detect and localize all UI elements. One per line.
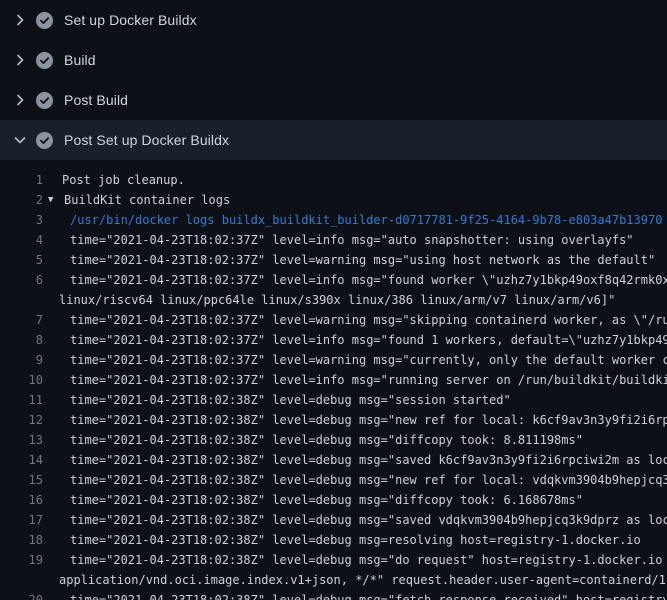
chevron-right-icon <box>12 52 28 68</box>
step-row-setup-docker-buildx[interactable]: Set up Docker Buildx <box>0 0 667 40</box>
log-line: 7 time="2021-04-23T18:02:37Z" level=warni… <box>0 310 667 330</box>
step-label: Build <box>64 52 96 68</box>
line-number-link[interactable]: 11 <box>0 390 43 410</box>
line-number-link[interactable]: 2 <box>0 190 43 210</box>
log-text: time="2021-04-23T18:02:38Z" level=debug … <box>70 590 667 600</box>
log-line: 15 time="2021-04-23T18:02:38Z" level=debu… <box>0 470 667 490</box>
log-text: time="2021-04-23T18:02:37Z" level=info m… <box>70 370 667 390</box>
log-line: 12 time="2021-04-23T18:02:38Z" level=debu… <box>0 410 667 430</box>
log-line: 20 time="2021-04-23T18:02:38Z" level=debu… <box>0 590 667 600</box>
line-number-link <box>0 570 43 590</box>
log-line: 2▼ BuildKit container logs <box>0 190 667 210</box>
log-line: 13 time="2021-04-23T18:02:38Z" level=debu… <box>0 430 667 450</box>
line-number-link[interactable]: 17 <box>0 510 43 530</box>
log-line: 14 time="2021-04-23T18:02:38Z" level=debu… <box>0 450 667 470</box>
log-line: 10 time="2021-04-23T18:02:37Z" level=info… <box>0 370 667 390</box>
log-text: time="2021-04-23T18:02:38Z" level=debug … <box>70 530 641 550</box>
line-number-link[interactable]: 1 <box>0 170 43 190</box>
log-line: 1 Post job cleanup. <box>0 170 667 190</box>
log-output: 1 Post job cleanup. 2▼ BuildKit container l… <box>0 160 667 600</box>
step-label: Set up Docker Buildx <box>64 12 197 28</box>
chevron-right-icon <box>12 12 28 28</box>
log-line: 19 time="2021-04-23T18:02:38Z" level=debu… <box>0 550 667 570</box>
line-number-link[interactable]: 7 <box>0 310 43 330</box>
log-text: time="2021-04-23T18:02:38Z" level=debug … <box>70 410 667 430</box>
actions-log-viewer: Set up Docker Buildx Build Post Build <box>0 0 667 600</box>
log-line: 3/usr/bin/docker logs buildx_buildkit_bu… <box>0 210 667 230</box>
log-text: time="2021-04-23T18:02:38Z" level=debug … <box>70 510 667 530</box>
success-check-icon <box>36 12 53 29</box>
log-text: time="2021-04-23T18:02:38Z" level=debug … <box>70 490 583 510</box>
step-label: Post Build <box>64 92 128 108</box>
line-number-link[interactable]: 19 <box>0 550 43 570</box>
log-line: linux/riscv64 linux/ppc64le linux/s390x … <box>0 290 667 310</box>
log-lines-container: 1 Post job cleanup. 2▼ BuildKit container l… <box>0 170 667 600</box>
success-check-icon <box>36 132 53 149</box>
log-line: 5 time="2021-04-23T18:02:37Z" level=warni… <box>0 250 667 270</box>
step-row-post-build[interactable]: Post Build <box>0 80 667 120</box>
log-text: time="2021-04-23T18:02:37Z" level=warnin… <box>70 310 667 330</box>
log-text: time="2021-04-23T18:02:37Z" level=warnin… <box>70 350 667 370</box>
log-line: 17 time="2021-04-23T18:02:38Z" level=debu… <box>0 510 667 530</box>
log-command-text: /usr/bin/docker logs buildx_buildkit_bui… <box>70 210 662 230</box>
line-number-link[interactable]: 14 <box>0 450 43 470</box>
log-text: time="2021-04-23T18:02:37Z" level=info m… <box>70 230 634 250</box>
line-number-link <box>0 290 43 310</box>
step-label: Post Set up Docker Buildx <box>64 132 229 148</box>
step-row-build[interactable]: Build <box>0 40 667 80</box>
success-check-icon <box>36 92 53 109</box>
log-text: application/vnd.oci.image.index.v1+json,… <box>59 570 667 590</box>
step-row-post-setup-docker-buildx[interactable]: Post Set up Docker Buildx <box>0 120 667 160</box>
log-text: time="2021-04-23T18:02:37Z" level=info m… <box>70 330 667 350</box>
log-text: time="2021-04-23T18:02:37Z" level=warnin… <box>70 250 655 270</box>
line-number-link[interactable]: 12 <box>0 410 43 430</box>
log-text: linux/riscv64 linux/ppc64le linux/s390x … <box>59 290 615 310</box>
step-list: Set up Docker Buildx Build Post Build <box>0 0 667 160</box>
chevron-right-icon <box>12 92 28 108</box>
log-text: time="2021-04-23T18:02:38Z" level=debug … <box>70 430 583 450</box>
line-number-link[interactable]: 15 <box>0 470 43 490</box>
log-group-header-text[interactable]: BuildKit container logs <box>64 190 230 210</box>
log-line: 4 time="2021-04-23T18:02:37Z" level=info … <box>0 230 667 250</box>
chevron-down-icon <box>12 132 28 148</box>
line-number-link[interactable]: 16 <box>0 490 43 510</box>
log-text: time="2021-04-23T18:02:37Z" level=info m… <box>70 270 667 290</box>
log-text: Post job cleanup. <box>62 170 185 190</box>
line-number-link[interactable]: 6 <box>0 270 43 290</box>
log-line: 11 time="2021-04-23T18:02:38Z" level=debu… <box>0 390 667 410</box>
log-text: time="2021-04-23T18:02:38Z" level=debug … <box>70 470 667 490</box>
log-line: application/vnd.oci.image.index.v1+json,… <box>0 570 667 590</box>
line-number-link[interactable]: 4 <box>0 230 43 250</box>
log-line: 8 time="2021-04-23T18:02:37Z" level=info … <box>0 330 667 350</box>
log-text: time="2021-04-23T18:02:38Z" level=debug … <box>70 550 667 570</box>
log-text: time="2021-04-23T18:02:38Z" level=debug … <box>70 390 511 410</box>
log-text: time="2021-04-23T18:02:38Z" level=debug … <box>70 450 667 470</box>
log-line: 9 time="2021-04-23T18:02:37Z" level=warni… <box>0 350 667 370</box>
line-number-link[interactable]: 3 <box>0 210 43 230</box>
line-number-link[interactable]: 18 <box>0 530 43 550</box>
line-number-link[interactable]: 5 <box>0 250 43 270</box>
line-number-link[interactable]: 10 <box>0 370 43 390</box>
log-line: 18 time="2021-04-23T18:02:38Z" level=debu… <box>0 530 667 550</box>
success-check-icon <box>36 52 53 69</box>
line-number-link[interactable]: 8 <box>0 330 43 350</box>
line-number-link[interactable]: 13 <box>0 430 43 450</box>
log-line: 6 time="2021-04-23T18:02:37Z" level=info … <box>0 270 667 290</box>
line-number-link[interactable]: 20 <box>0 590 43 600</box>
group-collapse-triangle-icon[interactable]: ▼ <box>48 190 58 210</box>
log-line: 16 time="2021-04-23T18:02:38Z" level=debu… <box>0 490 667 510</box>
line-number-link[interactable]: 9 <box>0 350 43 370</box>
